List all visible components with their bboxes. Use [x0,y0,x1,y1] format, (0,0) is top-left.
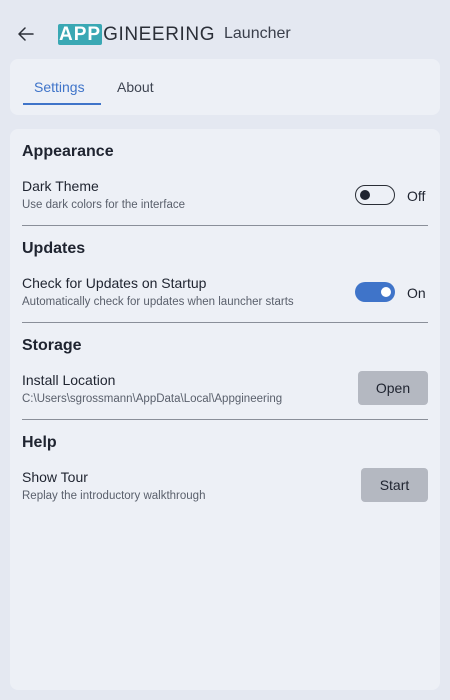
back-arrow-icon [18,27,34,41]
install-location-label: Install Location [22,372,116,388]
settings-panel: Appearance Dark Theme Use dark colors fo… [10,129,440,690]
divider [22,419,428,420]
tab-about[interactable]: About [117,79,154,95]
check-updates-toggle[interactable] [355,282,395,302]
start-tour-button[interactable]: Start [361,468,428,502]
toggle-knob [381,287,391,297]
logo-text: GINEERING [103,24,216,45]
tab-settings[interactable]: Settings [34,79,85,95]
toggle-knob [360,190,370,200]
divider [22,322,428,323]
titlebar: APP GINEERING Launcher [0,0,450,58]
section-title-appearance: Appearance [22,143,114,160]
check-updates-state: On [407,285,426,301]
show-tour-label: Show Tour [22,469,88,485]
divider [22,225,428,226]
app-name: Launcher [224,25,291,42]
install-location-path: C:\Users\sgrossmann\AppData\Local\Appgin… [22,393,283,405]
check-updates-label: Check for Updates on Startup [22,275,207,291]
tab-bar: Settings About [10,59,440,115]
dark-theme-label: Dark Theme [22,178,99,194]
dark-theme-state: Off [407,188,426,204]
check-updates-description: Automatically check for updates when lau… [22,296,294,308]
section-title-storage: Storage [22,337,82,354]
section-title-help: Help [22,434,57,451]
section-title-updates: Updates [22,240,86,257]
dark-theme-description: Use dark colors for the interface [22,199,185,211]
app-logo: APP GINEERING [58,24,215,45]
open-location-button[interactable]: Open [358,371,428,405]
active-tab-indicator [23,103,101,105]
show-tour-description: Replay the introductory walkthrough [22,490,206,502]
logo-highlight: APP [58,24,103,45]
back-button[interactable] [16,24,36,44]
dark-theme-toggle[interactable] [355,185,395,205]
